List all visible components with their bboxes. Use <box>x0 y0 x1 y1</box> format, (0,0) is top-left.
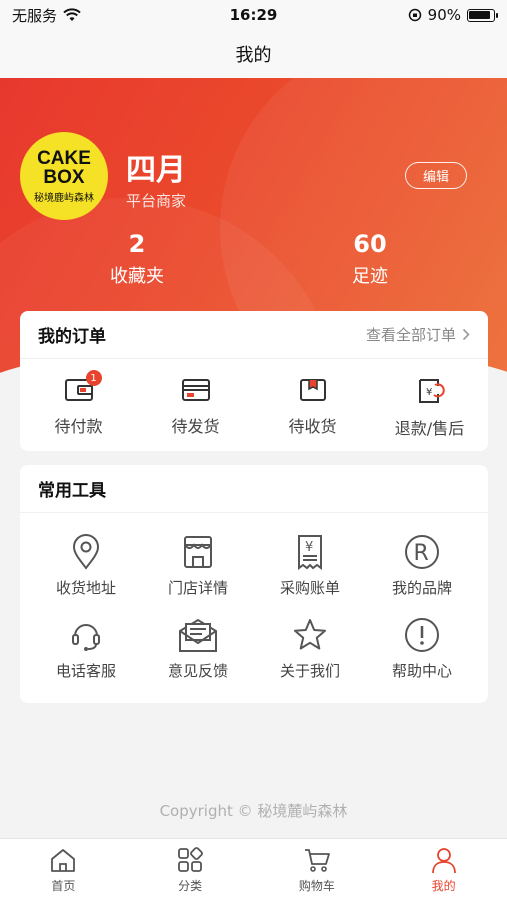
tab-mine-label: 我的 <box>431 879 456 893</box>
status-right: 90% <box>408 6 498 24</box>
status-time: 16:29 <box>229 6 278 24</box>
page-title: 我的 <box>235 45 272 66</box>
tool-feedback[interactable]: 意见反馈 <box>142 616 254 681</box>
user-name: 四月 <box>126 153 186 188</box>
battery-icon <box>467 8 498 22</box>
avatar[interactable]: CAKE BOX 秘境鹿屿森林 <box>20 132 108 220</box>
orders-title: 我的订单 <box>38 327 106 347</box>
order-refund-aftersale[interactable]: ¥ 退款/售后 <box>380 377 480 439</box>
tool-about-us-label: 关于我们 <box>279 662 340 680</box>
view-all-orders-label: 查看全部订单 <box>365 326 456 344</box>
svg-text:R: R <box>414 541 429 566</box>
exclamation-icon <box>403 616 441 654</box>
card-icon <box>181 377 211 403</box>
bill-icon: ¥ <box>293 533 327 571</box>
view-all-orders-link[interactable]: 查看全部订单 <box>366 324 470 345</box>
tab-cart-label: 购物车 <box>298 879 335 893</box>
stat-footprints-label: 足迹 <box>352 266 388 287</box>
avatar-logo-line1: CAKE <box>37 147 91 169</box>
order-pending-payment-label: 待付款 <box>54 417 103 436</box>
mail-icon <box>177 616 219 654</box>
cart-icon <box>303 846 331 874</box>
headset-icon <box>69 616 103 654</box>
order-refund-aftersale-label: 退款/售后 <box>394 419 465 438</box>
avatar-logo-sub: 秘境鹿屿森林 <box>34 192 94 204</box>
stat-footprints-value: 60 <box>353 230 387 258</box>
tools-grid: 收货地址 门店详情 ¥ 采购账单 R 我的品牌 电话客服 意见反馈 关于我们 帮… <box>20 513 488 681</box>
chevron-right-icon <box>462 328 470 341</box>
tool-shipping-address[interactable]: 收货地址 <box>30 533 142 598</box>
order-pending-shipment[interactable]: 待发货 <box>146 377 246 439</box>
orders-card: 我的订单 查看全部订单 1 待付款 待发货 待收货 ¥ 退款/售后 <box>20 311 488 451</box>
stat-favorites-value: 2 <box>128 230 146 258</box>
tool-my-brand[interactable]: R 我的品牌 <box>366 533 478 598</box>
tab-home[interactable]: 首页 <box>18 846 108 894</box>
wifi-icon <box>63 8 81 22</box>
edit-button[interactable]: 编辑 <box>405 162 467 189</box>
orders-card-header: 我的订单 查看全部订单 <box>20 311 488 359</box>
tool-store-details[interactable]: 门店详情 <box>142 533 254 598</box>
battery-percent: 90% <box>427 6 461 24</box>
tool-store-details-label: 门店详情 <box>167 579 228 597</box>
stat-favorites-label: 收藏夹 <box>110 266 164 287</box>
tool-phone-support[interactable]: 电话客服 <box>30 616 142 681</box>
svg-text:¥: ¥ <box>426 387 432 398</box>
order-pending-receipt-label: 待收货 <box>288 417 337 436</box>
order-pending-payment[interactable]: 1 待付款 <box>29 370 129 439</box>
status-bar: 无服务 16:29 90% <box>0 0 507 30</box>
tools-title: 常用工具 <box>38 481 106 501</box>
unpaid-count-badge: 1 <box>85 370 102 386</box>
star-icon <box>292 616 328 654</box>
avatar-logo-line2: BOX <box>43 166 85 188</box>
tab-category[interactable]: 分类 <box>145 846 235 894</box>
orientation-lock-icon <box>408 8 422 22</box>
tab-cart[interactable]: 购物车 <box>272 846 362 894</box>
package-icon <box>298 377 328 403</box>
tab-bar: 首页 分类 购物车 我的 <box>0 838 507 900</box>
stat-footprints[interactable]: 60 足迹 <box>310 230 430 288</box>
store-icon <box>181 533 215 571</box>
tab-home-label: 首页 <box>51 879 76 893</box>
tool-help-center[interactable]: 帮助中心 <box>366 616 478 681</box>
user-icon <box>430 846 458 874</box>
orders-row: 1 待付款 待发货 待收货 ¥ 退款/售后 <box>20 359 488 439</box>
home-icon <box>49 846 77 874</box>
svg-text:¥: ¥ <box>305 540 313 555</box>
nav-bar: 我的 <box>0 30 507 78</box>
user-role: 平台商家 <box>126 192 187 210</box>
tool-about-us[interactable]: 关于我们 <box>254 616 366 681</box>
tool-shipping-address-label: 收货地址 <box>55 579 116 597</box>
registered-icon: R <box>403 533 441 571</box>
order-pending-shipment-label: 待发货 <box>171 417 220 436</box>
battery-fill <box>469 10 490 19</box>
tool-feedback-label: 意见反馈 <box>167 662 228 680</box>
refund-icon: ¥ <box>415 377 445 405</box>
tool-my-brand-label: 我的品牌 <box>391 579 452 597</box>
tool-help-center-label: 帮助中心 <box>391 662 452 680</box>
stat-favorites[interactable]: 2 收藏夹 <box>77 230 197 288</box>
status-left: 无服务 <box>12 5 81 26</box>
location-icon <box>69 533 103 571</box>
tools-card: 常用工具 收货地址 门店详情 ¥ 采购账单 R 我的品牌 电话客服 意见反馈 关… <box>20 465 488 703</box>
tab-mine[interactable]: 我的 <box>399 846 489 894</box>
carrier-text: 无服务 <box>12 6 58 25</box>
tab-category-label: 分类 <box>178 879 203 893</box>
order-pending-receipt[interactable]: 待收货 <box>263 377 363 439</box>
tool-phone-support-label: 电话客服 <box>55 662 116 680</box>
tools-card-header: 常用工具 <box>20 465 488 513</box>
tool-purchase-bill[interactable]: ¥ 采购账单 <box>254 533 366 598</box>
copyright: Copyright © 秘境麓屿森林 <box>159 802 348 820</box>
tool-purchase-bill-label: 采购账单 <box>279 579 340 597</box>
category-icon <box>176 846 204 874</box>
